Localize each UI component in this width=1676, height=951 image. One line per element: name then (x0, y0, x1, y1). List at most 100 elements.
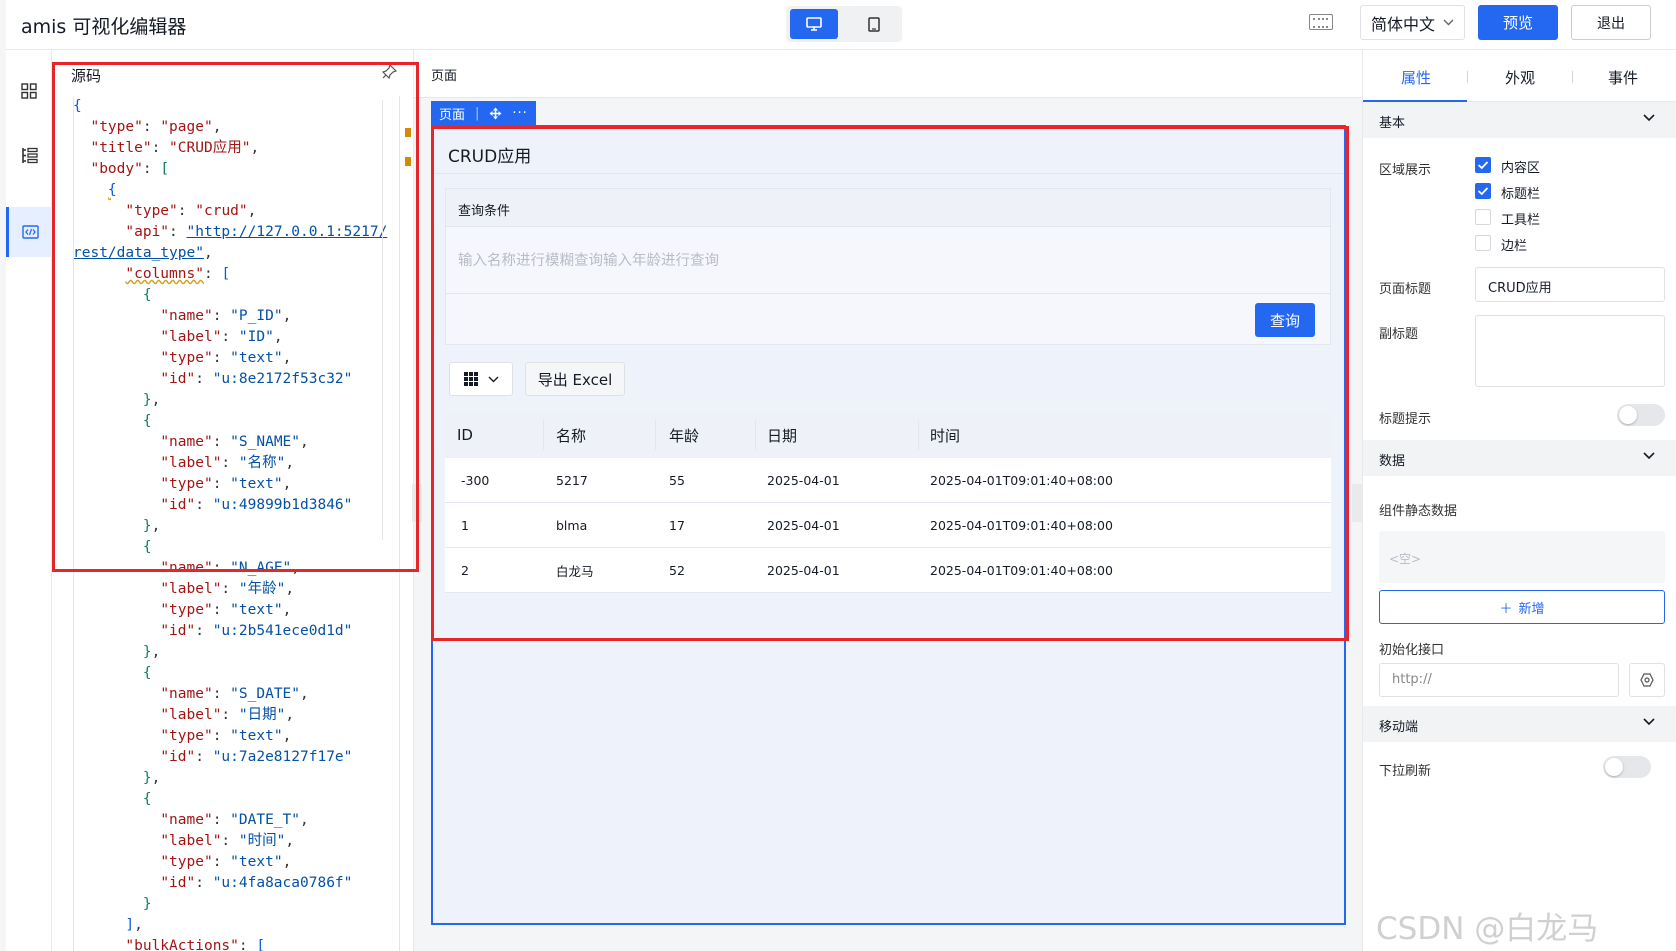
cell-date: 2025-04-01 (767, 562, 840, 578)
checkbox-toolbar-region[interactable] (1475, 209, 1491, 225)
code-panel: 源码 { "type": "page", "title": "CRUD应用", … (52, 50, 414, 951)
query-form[interactable]: 查询条件 输入名称进行模糊查询输入年龄进行查询 查询 (445, 188, 1331, 345)
title-tip-switch[interactable] (1617, 404, 1665, 426)
code-panel-header: 源码 (52, 62, 414, 92)
code-warning-marker (405, 128, 411, 137)
table-row[interactable]: -300 5217 55 2025-04-01 2025-04-01T09:01… (445, 458, 1331, 503)
app-title: amis 可视化编辑器 (21, 16, 187, 38)
pull-refresh-switch[interactable] (1603, 756, 1651, 778)
rail-components[interactable] (6, 66, 52, 116)
drag-handle-icon[interactable] (489, 107, 502, 120)
query-button[interactable]: 查询 (1255, 303, 1315, 337)
code-editor[interactable]: { "type": "page", "title": "CRUD应用", "bo… (73, 96, 400, 951)
divider (433, 173, 1344, 174)
init-api-label: 初始化接口 (1379, 643, 1445, 658)
component-tag-label: 页面 (439, 107, 466, 123)
watermark: CSDN @白龙马5217 (1376, 911, 1599, 951)
exit-button[interactable]: 退出 (1571, 5, 1651, 40)
collapse-right-panel-handle[interactable] (1352, 484, 1362, 522)
divider (755, 420, 756, 450)
rail-outline[interactable] (6, 130, 52, 180)
monitor-icon (806, 17, 822, 31)
editor-root: amis 可视化编辑器 简体中文 预览 退出 源码 {"type": "pag… (0, 0, 1676, 951)
code-icon (22, 225, 39, 239)
mobile-view-button[interactable] (850, 9, 898, 39)
cell-age: 17 (669, 517, 685, 533)
column-toggler[interactable] (449, 362, 513, 396)
tablet-icon (868, 16, 880, 32)
cell-time: 2025-04-01T09:01:40+08:00 (930, 562, 1113, 578)
checkbox-label: 标题栏 (1501, 187, 1541, 202)
chevron-down-icon (1443, 19, 1454, 26)
static-data-label: 组件静态数据 (1379, 504, 1458, 519)
subtitle-textarea[interactable] (1475, 315, 1665, 387)
divider (543, 420, 544, 450)
divider (1467, 71, 1468, 83)
export-excel-button[interactable]: 导出 Excel (525, 362, 625, 396)
checkbox-title-region[interactable] (1475, 183, 1491, 199)
section-data[interactable]: 数据 (1363, 440, 1676, 476)
canvas-area: 页面 页面 | ··· CRUD应用 查询条件 输入名称进行模糊查询输入年龄进行… (414, 50, 1362, 951)
divider (446, 293, 1330, 294)
cell-name: 白龙马 (556, 563, 594, 579)
collapse-left-panel-handle[interactable] (412, 484, 422, 522)
column-header-age: 年龄 (669, 426, 700, 445)
language-select[interactable]: 简体中文 (1360, 5, 1465, 40)
tab-properties[interactable]: 属性 (1401, 67, 1431, 88)
cell-date: 2025-04-01 (767, 472, 840, 488)
query-form-tip: 输入名称进行模糊查询输入年龄进行查询 (458, 253, 719, 269)
subtitle-label: 副标题 (1379, 327, 1419, 342)
checkbox-content-region[interactable] (1475, 157, 1491, 173)
section-mobile[interactable]: 移动端 (1363, 706, 1676, 742)
check-icon (1477, 187, 1489, 196)
static-data-box[interactable]: <空> (1379, 531, 1665, 583)
properties-tabs: 属性 外观 事件 (1363, 50, 1676, 102)
page-title-input[interactable]: CRUD应用 (1475, 267, 1665, 302)
cell-id: 1 (461, 517, 469, 533)
desktop-view-button[interactable] (790, 9, 838, 39)
column-header-time: 时间 (930, 426, 961, 445)
cell-age: 52 (669, 562, 685, 578)
init-api-input[interactable]: http:// (1379, 663, 1619, 697)
breadcrumb-item-page[interactable]: 页面 (431, 65, 457, 84)
tab-events[interactable]: 事件 (1608, 67, 1638, 88)
code-scrollbar[interactable] (382, 100, 399, 540)
divider (918, 420, 919, 450)
preview-button[interactable]: 预览 (1478, 5, 1558, 40)
outline-tree-icon (21, 147, 38, 163)
checkbox-aside-region[interactable] (1475, 235, 1491, 251)
cell-date: 2025-04-01 (767, 517, 840, 533)
page-title-label: 页面标题 (1379, 282, 1432, 297)
checkbox-label: 边栏 (1501, 239, 1528, 254)
table-row[interactable]: 1 blma 17 2025-04-01 2025-04-01T09:01:40… (445, 503, 1331, 548)
settings-icon (1640, 673, 1654, 687)
static-data-empty: <空> (1389, 552, 1422, 566)
section-basic[interactable]: 基本 (1363, 102, 1676, 138)
cell-time: 2025-04-01T09:01:40+08:00 (930, 472, 1113, 488)
cell-id: 2 (461, 562, 469, 578)
divider (1572, 71, 1573, 83)
table-row[interactable]: 2 白龙马 52 2025-04-01 2025-04-01T09:01:40+… (445, 548, 1331, 593)
properties-panel: 属性 外观 事件 基本 区域展示 内容区 标题栏 工具栏 边栏 页面标题 CRU… (1362, 50, 1676, 951)
checkbox-label: 内容区 (1501, 161, 1541, 176)
keyboard-icon[interactable] (1309, 14, 1333, 30)
tab-appearance[interactable]: 外观 (1505, 67, 1535, 88)
divider (655, 420, 656, 450)
api-settings-button[interactable] (1629, 663, 1665, 697)
query-form-header: 查询条件 (446, 189, 1330, 227)
plus-icon: ＋ (1499, 601, 1513, 617)
add-button-label: 新增 (1518, 601, 1545, 617)
pin-icon[interactable] (382, 64, 397, 79)
code-warning-marker (405, 157, 411, 166)
top-bar: amis 可视化编辑器 简体中文 预览 退出 (6, 0, 1676, 50)
cell-time: 2025-04-01T09:01:40+08:00 (930, 517, 1113, 533)
more-icon[interactable]: ··· (512, 106, 527, 121)
cell-id: -300 (461, 472, 490, 488)
page-preview[interactable]: CRUD应用 查询条件 输入名称进行模糊查询输入年龄进行查询 查询 导出 Exc… (431, 125, 1346, 925)
add-static-data-button[interactable]: ＋ 新增 (1379, 590, 1665, 624)
section-title: 基本 (1379, 116, 1406, 131)
table-header: ID 名称 年龄 日期 时间 (445, 412, 1331, 458)
region-label: 区域展示 (1379, 163, 1432, 178)
rail-code[interactable] (6, 207, 52, 257)
selected-component-tag[interactable]: 页面 | ··· (431, 101, 536, 125)
